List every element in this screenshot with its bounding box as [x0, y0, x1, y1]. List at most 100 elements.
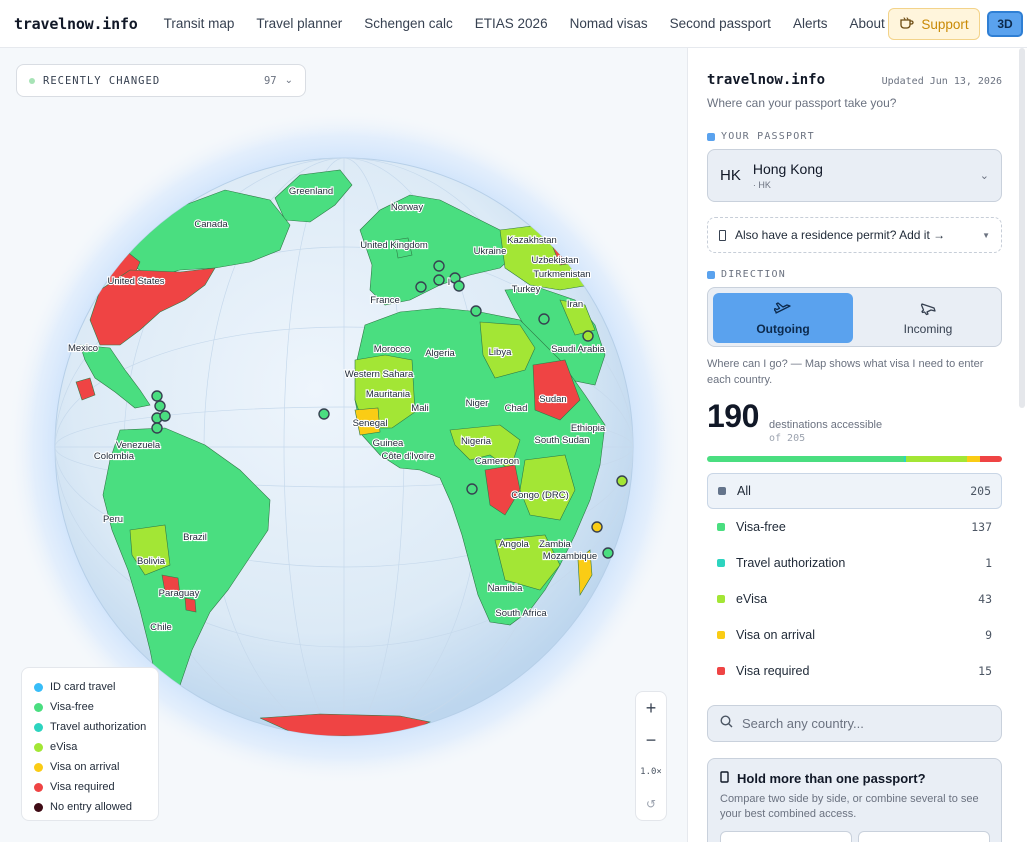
combine-button[interactable]: [858, 831, 990, 842]
direction-section-label: DIRECTION: [707, 269, 786, 280]
map-label: Brazil: [183, 532, 207, 543]
nav-link-second-passport[interactable]: Second passport: [670, 16, 771, 31]
nav-link-etias[interactable]: ETIAS 2026: [475, 16, 548, 31]
category-visa-on-arrival[interactable]: Visa on arrival 9: [707, 617, 1002, 653]
reset-view-icon[interactable]: ↺: [635, 788, 667, 820]
section-marker-icon: [707, 270, 715, 279]
side-panel: travelnow.info Updated Jun 13, 2026 Wher…: [687, 48, 1027, 842]
category-label: Travel authorization: [736, 556, 846, 570]
zoom-out-button[interactable]: −: [635, 724, 667, 756]
category-list: All 205 Visa-free 137 Travel authorizati…: [707, 473, 1002, 689]
id-card-icon: [719, 229, 726, 241]
count-total: of 205: [769, 433, 806, 444]
status-dot: [29, 77, 35, 84]
legend-item: Visa-free: [34, 697, 158, 717]
direction-label-text: DIRECTION: [721, 269, 786, 280]
map-area: Greenland Canada United States Mexico Ve…: [0, 48, 687, 842]
map-label: Nigeria: [461, 436, 492, 447]
search-input[interactable]: [742, 716, 982, 731]
legend-label: ID card travel: [50, 681, 116, 693]
legend-item: No entry allowed: [34, 797, 158, 817]
section-marker-icon: [707, 132, 715, 141]
map-label: Côte d'Ivoire: [381, 451, 434, 462]
map-label: Libya: [489, 347, 512, 358]
map-label: Morocco: [374, 344, 410, 355]
view-3d-toggle[interactable]: 3D: [987, 11, 1023, 37]
category-label: Visa-free: [736, 520, 786, 534]
panel-tagline: Where can your passport take you?: [707, 96, 897, 110]
map-label: Namibia: [488, 583, 524, 594]
legend-item: Travel authorization: [34, 717, 158, 737]
progress-visa-on-arrival: [967, 456, 981, 462]
legend-label: No entry allowed: [50, 801, 132, 813]
map-label: I: [448, 277, 451, 288]
passport-label-text: YOUR PASSPORT: [721, 131, 815, 142]
nav-link-alerts[interactable]: Alerts: [793, 16, 828, 31]
legend-item: ID card travel: [34, 677, 158, 697]
category-label: Visa required: [736, 664, 810, 678]
category-count: 15: [978, 664, 992, 678]
legend-swatch: [34, 782, 43, 792]
map-label: Mauritania: [366, 389, 411, 400]
recently-changed-dropdown[interactable]: RECENTLY CHANGED 97 ⌄: [16, 64, 306, 97]
map-label: Saudi Arabia: [551, 344, 606, 355]
destinations-count: 190: [707, 398, 759, 434]
category-swatch: [717, 559, 725, 567]
brand-logo[interactable]: travelnow.info: [14, 15, 138, 33]
category-visa-free[interactable]: Visa-free 137: [707, 509, 1002, 545]
category-swatch: [717, 595, 725, 603]
category-travel-authorization[interactable]: Travel authorization 1: [707, 545, 1002, 581]
map-label: Guinea: [373, 438, 404, 449]
legend-label: Visa on arrival: [50, 761, 120, 773]
category-swatch: [717, 523, 725, 531]
destinations-count-text: destinations accessible of 205: [769, 418, 882, 446]
nav-link-nomad-visas[interactable]: Nomad visas: [570, 16, 648, 31]
nav-link-transit-map[interactable]: Transit map: [164, 16, 235, 31]
outgoing-button[interactable]: Outgoing: [713, 293, 853, 343]
caret-down-icon: ▼: [982, 230, 990, 240]
map-label: Western Sahara: [345, 369, 414, 380]
legend-item: Visa required: [34, 777, 158, 797]
map-label: Turkey: [512, 284, 541, 295]
category-count: 43: [978, 592, 992, 606]
multi-passport-description: Compare two side by side, or combine sev…: [720, 793, 979, 820]
map-label: Paraguay: [159, 588, 200, 599]
map-label: Kazakhstan: [507, 235, 557, 246]
legend-item: Visa on arrival: [34, 757, 158, 777]
map-label: Peru: [103, 514, 123, 525]
zoom-controls: + − 1.0× ↺: [635, 691, 667, 821]
category-visa-required[interactable]: Visa required 15: [707, 653, 1002, 689]
incoming-button[interactable]: Incoming: [858, 293, 998, 343]
nav-link-schengen-calc[interactable]: Schengen calc: [364, 16, 453, 31]
chevron-down-icon: ⌄: [979, 170, 989, 182]
panel-scrollbar[interactable]: [1019, 48, 1025, 408]
category-all[interactable]: All 205: [707, 473, 1002, 509]
progress-visa-required: [980, 456, 1002, 462]
map-label: Senegal: [353, 418, 388, 429]
map-label: Greenland: [289, 186, 333, 197]
category-label: eVisa: [736, 592, 768, 606]
category-evisa[interactable]: eVisa 43: [707, 581, 1002, 617]
map-label: Mexico: [68, 343, 98, 354]
map-label: Mali: [411, 403, 428, 414]
map-label: Turkmenistan: [533, 269, 590, 280]
residence-label: Also have a residence permit? Add it →: [735, 228, 946, 242]
recently-changed-count: 97: [263, 74, 277, 87]
nav-link-about[interactable]: About: [849, 16, 884, 31]
legend-swatch: [34, 682, 43, 692]
legend-label: Travel authorization: [50, 721, 147, 733]
multi-passport-card: Hold more than one passport? Compare two…: [707, 758, 1002, 842]
support-button[interactable]: Support: [888, 8, 980, 40]
top-navigation: travelnow.info Transit map Travel planne…: [0, 0, 1027, 48]
nav-link-travel-planner[interactable]: Travel planner: [256, 16, 342, 31]
compare-button[interactable]: [720, 831, 852, 842]
passport-section-label: YOUR PASSPORT: [707, 131, 815, 142]
direction-toggle: Outgoing Incoming: [707, 287, 1002, 347]
map-label: Ethiopia: [571, 423, 606, 434]
residence-permit-button[interactable]: Also have a residence permit? Add it → ▼: [707, 217, 1002, 253]
legend-label: Visa required: [50, 781, 115, 793]
passport-select[interactable]: HK Hong Kong · HK ⌄: [707, 149, 1002, 202]
category-swatch: [718, 487, 726, 495]
legend-label: eVisa: [50, 741, 78, 753]
zoom-in-button[interactable]: +: [635, 692, 667, 724]
